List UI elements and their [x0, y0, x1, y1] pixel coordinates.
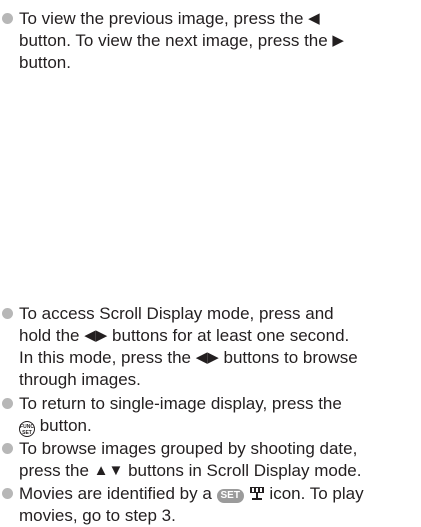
text-line: To browse images grouped by shooting dat…: [19, 439, 358, 458]
bullet-dot: [2, 488, 13, 499]
bullet-dot: [2, 13, 13, 24]
text-line: Movies are identified by a: [19, 484, 217, 503]
text-line: button.: [19, 53, 71, 72]
bullet-text: To view the previous image, press the ◀ …: [19, 8, 409, 74]
text-line: To return to single-image display, press…: [19, 394, 342, 413]
text-line: press the: [19, 461, 94, 480]
text-line: buttons for at least one second.: [107, 326, 350, 345]
text-line: movies, go to step 3.: [19, 506, 176, 525]
bullet-item-movies: Movies are identified by a SET icon. To …: [0, 483, 409, 527]
left-right-arrow-buttons-icon: ◀▶: [84, 327, 108, 344]
bullet-dot: [2, 443, 13, 454]
func-set-button-icon: FUNC SET: [19, 421, 35, 437]
text-line: buttons in Scroll Display mode.: [123, 461, 362, 480]
left-arrow-button-icon: ◀: [308, 10, 320, 27]
text-line: hold the: [19, 326, 85, 345]
text-line: To view the previous image, press the: [19, 9, 309, 28]
bullet-item-single-image: To return to single-image display, press…: [0, 393, 409, 437]
text-line: To access Scroll Display mode, press and: [19, 304, 334, 323]
bullet-item-shooting-date: To browse images grouped by shooting dat…: [0, 438, 409, 482]
text-line: icon. To play: [264, 484, 364, 503]
text-line: In this mode, press the: [19, 348, 196, 367]
bullet-item-navigation: To view the previous image, press the ◀ …: [0, 8, 409, 74]
left-right-arrow-buttons-icon: ◀▶: [195, 349, 219, 366]
bullet-dot: [2, 398, 13, 409]
bullet-text: To browse images grouped by shooting dat…: [19, 438, 409, 482]
bullet-text: Movies are identified by a SET icon. To …: [19, 483, 409, 527]
text-line: buttons to browse: [218, 348, 358, 367]
text-line: button.: [35, 416, 92, 435]
right-arrow-button-icon: ▶: [332, 32, 344, 49]
bullet-dot: [2, 308, 13, 319]
text-line: through images.: [19, 370, 141, 389]
bullet-item-scroll-display: To access Scroll Display mode, press and…: [0, 303, 409, 391]
set-badge-icon: SET: [216, 489, 244, 503]
movie-icon: [249, 487, 264, 500]
bullet-text: To access Scroll Display mode, press and…: [19, 303, 409, 391]
up-down-arrow-buttons-icon: ▲▼: [93, 462, 124, 479]
bullet-text: To return to single-image display, press…: [19, 393, 409, 437]
text-line: button. To view the next image, press th…: [19, 31, 333, 50]
